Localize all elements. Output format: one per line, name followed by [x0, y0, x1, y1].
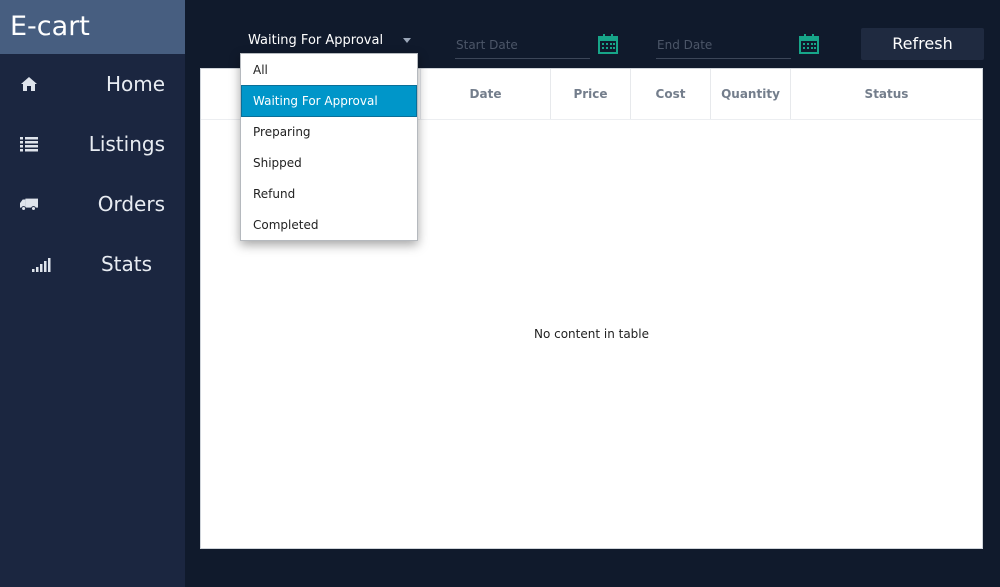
- sidebar-item-label: Stats: [100, 252, 152, 276]
- column-header-status[interactable]: Status: [791, 69, 982, 119]
- refresh-button[interactable]: Refresh: [861, 28, 984, 60]
- sidebar-item-label: Home: [105, 72, 165, 96]
- chevron-down-icon: [403, 38, 411, 43]
- end-date-field[interactable]: End Date: [656, 36, 791, 59]
- dropdown-option-preparing[interactable]: Preparing: [242, 117, 416, 147]
- start-date-field[interactable]: Start Date: [455, 36, 590, 59]
- start-date-placeholder: Start Date: [456, 38, 518, 52]
- column-header-date[interactable]: Date: [421, 69, 551, 119]
- end-date-placeholder: End Date: [657, 38, 713, 52]
- app-title: E-cart: [0, 0, 185, 54]
- dropdown-option-refund[interactable]: Refund: [242, 179, 416, 209]
- calendar-icon[interactable]: [598, 34, 618, 54]
- dropdown-option-waiting-for-approval[interactable]: Waiting For Approval: [241, 85, 417, 117]
- dropdown-option-shipped[interactable]: Shipped: [242, 148, 416, 178]
- sidebar-item-listings[interactable]: Listings: [0, 124, 185, 164]
- column-header-quantity[interactable]: Quantity: [711, 69, 791, 119]
- sidebar-item-home[interactable]: Home: [0, 64, 185, 104]
- signal-bars-icon: [32, 258, 51, 272]
- sidebar-item-stats[interactable]: Stats: [0, 244, 185, 284]
- calendar-icon[interactable]: [799, 34, 819, 54]
- sidebar-item-orders[interactable]: Orders: [0, 184, 185, 224]
- dropdown-option-all[interactable]: All: [242, 55, 416, 85]
- status-filter-value: Waiting For Approval: [248, 33, 384, 48]
- column-header-cost[interactable]: Cost: [631, 69, 711, 119]
- sidebar-item-label: Orders: [97, 192, 165, 216]
- dropdown-option-completed[interactable]: Completed: [242, 210, 416, 240]
- home-icon: [21, 77, 37, 91]
- status-filter-select[interactable]: Waiting For Approval: [240, 32, 418, 52]
- truck-icon: [20, 198, 38, 211]
- status-dropdown-menu: All Waiting For Approval Preparing Shipp…: [240, 53, 418, 241]
- sidebar: E-cart Home Listings Orders Stats: [0, 0, 185, 587]
- empty-table-message: No content in table: [533, 327, 650, 341]
- list-icon: [20, 137, 38, 152]
- column-header-price[interactable]: Price: [551, 69, 631, 119]
- sidebar-item-label: Listings: [88, 132, 165, 156]
